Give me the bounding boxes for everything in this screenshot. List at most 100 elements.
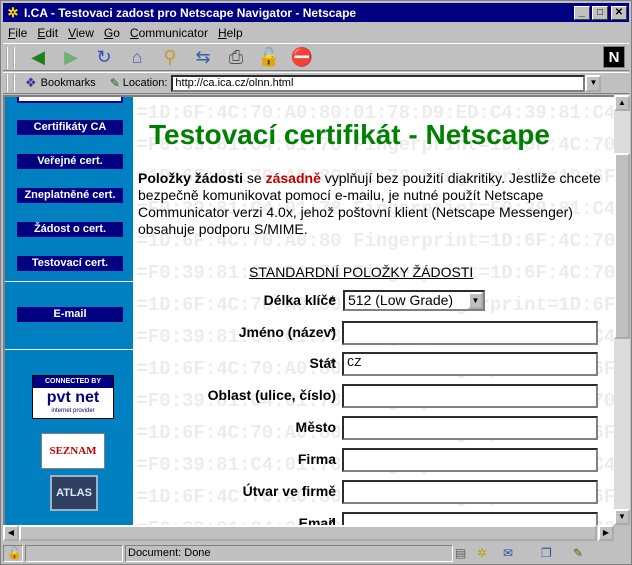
progress-cell xyxy=(25,545,123,562)
horizontal-scrollbar[interactable]: ◀ ▶ xyxy=(3,525,614,541)
toolbar-grip[interactable] xyxy=(6,47,15,69)
component-bar-grip-icon[interactable]: ▤ xyxy=(455,546,466,560)
required-mark: * xyxy=(330,324,336,340)
sidebar: Certifikáty CA Veřejné cert. Zneplatněné… xyxy=(5,97,133,525)
print-icon[interactable]: ⎙ xyxy=(223,45,249,69)
pvt-net-logo[interactable]: CONNECTED BY pvt net internet provider xyxy=(32,375,114,419)
company-input[interactable] xyxy=(342,448,598,472)
country-input[interactable]: CZ xyxy=(342,352,598,376)
title-bar: ✲ I.CA - Testovaci zadost pro Netscape N… xyxy=(3,3,629,22)
my-netscape-icon[interactable]: ⇆ xyxy=(190,45,216,69)
pvt-name: pvt net xyxy=(46,389,100,406)
reload-icon[interactable]: ↻ xyxy=(91,45,117,69)
bookmarks-button[interactable]: Bookmarks xyxy=(41,77,96,89)
discussions-icon[interactable]: ❐ xyxy=(541,546,552,560)
netscape-logo[interactable]: N xyxy=(603,46,625,68)
key-length-select[interactable]: 512 (Low Grade) ▼ xyxy=(343,290,485,311)
location-label: Location: xyxy=(122,77,168,89)
atlas-logo[interactable]: ATLAS xyxy=(50,475,98,511)
lock-icon[interactable]: 🔓 xyxy=(7,546,22,560)
menu-view[interactable]: View xyxy=(63,26,99,40)
mail-icon[interactable]: ✉ xyxy=(503,546,513,560)
window-title: I.CA - Testovaci zadost pro Netscape Nav… xyxy=(24,5,357,20)
menu-communicator[interactable]: Communicator xyxy=(125,26,213,40)
scroll-right-button[interactable]: ▶ xyxy=(598,525,614,541)
key-length-label: Délka klíče xyxy=(263,292,336,308)
department-input[interactable] xyxy=(342,480,598,504)
form-row-name: Jméno (název) * xyxy=(138,321,608,345)
vertical-scroll-thumb[interactable] xyxy=(614,153,630,339)
city-input[interactable] xyxy=(342,416,598,440)
nav-certifikaty-ca[interactable]: Certifikáty CA xyxy=(17,120,123,135)
section-title: STANDARDNÍ POLOŽKY ŽÁDOSTI xyxy=(249,264,474,280)
netscape-app-icon[interactable]: ✲ xyxy=(5,4,21,21)
page-viewport: E=1D:6F:4C:70:A0:80:01:78:D9:ED:C4:39:81… xyxy=(3,95,614,525)
form-row-key-length: Délka klíče * 512 (Low Grade) ▼ xyxy=(138,289,608,313)
menu-help[interactable]: Help xyxy=(213,26,248,40)
scrollbar-corner xyxy=(614,525,630,541)
intro-mid: se xyxy=(243,170,266,186)
pvt-tagline: internet provider xyxy=(51,408,95,414)
intro-paragraph: Položky žádosti se zásadně vyplňují bez … xyxy=(138,170,608,238)
forward-icon[interactable]: ▶ xyxy=(58,45,84,69)
composer-icon[interactable]: ✎ xyxy=(573,546,583,560)
nav-zadost-o-cert[interactable]: Žádost o cert. xyxy=(17,222,123,237)
navigation-toolbar: ◀ ▶ ↻ ⌂ ⚲ ⇆ ⎙ 🔓 ⛔ N xyxy=(3,43,629,71)
intro-emphasis: zásadně xyxy=(265,170,321,186)
url-input[interactable]: http://ca.ica.cz/olnn.html xyxy=(171,74,586,92)
close-button[interactable]: ✕ xyxy=(611,5,627,20)
department-label: Útvar ve firmě xyxy=(242,483,336,499)
form-row-department: Útvar ve firmě xyxy=(138,480,608,504)
bookmarks-icon[interactable]: ❖ xyxy=(25,75,37,91)
form-row-company: Firma xyxy=(138,448,608,472)
menu-edit[interactable]: Edit xyxy=(32,26,63,40)
menu-file[interactable]: File xyxy=(3,26,32,40)
name-label: Jméno (název) xyxy=(238,324,336,340)
menu-go[interactable]: Go xyxy=(99,26,125,40)
browser-window: ✲ I.CA - Testovaci zadost pro Netscape N… xyxy=(0,0,632,565)
area-input[interactable] xyxy=(342,384,598,408)
nav-verejne-cert[interactable]: Veřejné cert. xyxy=(17,154,123,169)
nav-zneplatnene-cert[interactable]: Zneplatněné cert. xyxy=(17,188,123,203)
company-label: Firma xyxy=(297,451,336,467)
url-dropdown-button[interactable]: ▼ xyxy=(585,74,602,92)
city-label: Město xyxy=(295,419,336,435)
status-bar: 🔓 Document: Done ▤ ✲ ✉ ❐ ✎ xyxy=(3,543,629,563)
search-icon[interactable]: ⚲ xyxy=(157,45,183,69)
sidebar-divider xyxy=(5,349,133,350)
menu-bar: File Edit View Go Communicator Help xyxy=(3,23,629,43)
area-label: Oblast (ulice, číslo) xyxy=(207,387,336,403)
horizontal-scroll-thumb[interactable] xyxy=(19,525,597,541)
stop-icon[interactable]: ⛔ xyxy=(289,45,315,69)
name-input[interactable] xyxy=(342,321,598,345)
security-icon[interactable]: 🔓 xyxy=(256,45,282,69)
email-input[interactable] xyxy=(342,512,598,525)
scroll-down-button[interactable]: ▼ xyxy=(614,509,630,525)
page-title: Testovací certifikát - Netscape xyxy=(149,119,550,150)
form-row-country: Stát * CZ xyxy=(138,352,608,376)
home-icon[interactable]: ⌂ xyxy=(124,45,150,69)
minimize-button[interactable]: _ xyxy=(574,5,590,20)
required-mark: * xyxy=(330,515,336,525)
status-text: Document: Done xyxy=(128,547,211,559)
location-grip[interactable] xyxy=(6,74,15,92)
chevron-down-icon[interactable]: ▼ xyxy=(468,292,483,309)
form-row-area: Oblast (ulice, číslo) xyxy=(138,384,608,408)
required-mark: * xyxy=(330,292,336,308)
back-icon[interactable]: ◀ xyxy=(25,45,51,69)
vertical-scrollbar[interactable]: ▲ ▼ xyxy=(614,95,630,525)
form-row-city: Město xyxy=(138,416,608,440)
scroll-up-button[interactable]: ▲ xyxy=(614,95,630,111)
key-length-value: 512 (Low Grade) xyxy=(348,292,454,308)
nav-testovaci-cert[interactable]: Testovací cert. xyxy=(17,256,123,271)
form-row-email: Email * xyxy=(138,512,608,525)
nav-email[interactable]: E-mail xyxy=(17,307,123,322)
navigator-icon[interactable]: ✲ xyxy=(477,546,487,560)
pvt-caption: CONNECTED BY xyxy=(33,376,113,388)
seznam-logo[interactable]: SEZNAM xyxy=(41,433,105,469)
scroll-left-button[interactable]: ◀ xyxy=(3,525,19,541)
location-icon[interactable]: ✎ xyxy=(110,76,120,90)
location-toolbar: ❖ Bookmarks ✎ Location: http://ca.ica.cz… xyxy=(3,72,629,94)
ica-logo[interactable] xyxy=(17,97,123,103)
maximize-button[interactable]: □ xyxy=(592,5,608,20)
